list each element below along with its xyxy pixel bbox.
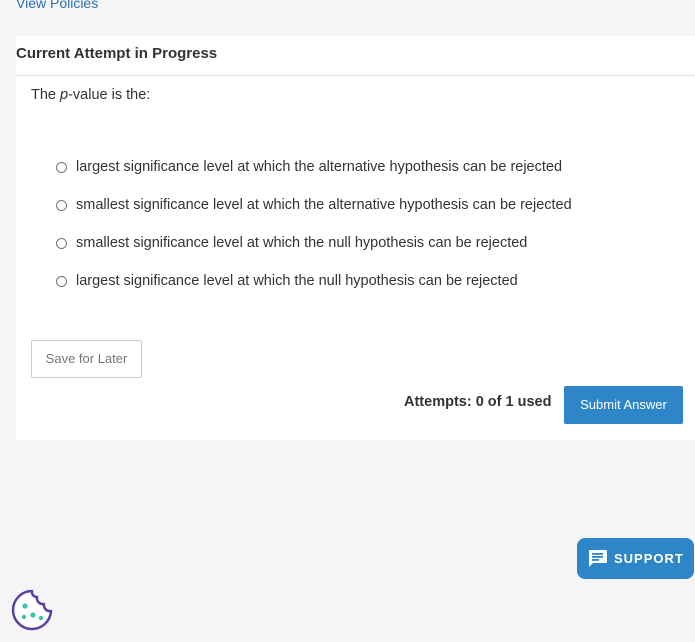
question-suffix: -value is the:: [68, 87, 151, 103]
view-policies-link[interactable]: View Policies: [16, 0, 98, 11]
question-card: Current Attempt in Progress The p-value …: [16, 36, 695, 440]
radio-button[interactable]: [56, 275, 67, 287]
answer-option-label[interactable]: largest significance level at which the …: [76, 273, 518, 289]
submit-answer-button[interactable]: Submit Answer: [564, 386, 683, 424]
answer-option-label[interactable]: largest significance level at which the …: [76, 159, 562, 175]
answer-option-label[interactable]: smallest significance level at which the…: [76, 197, 572, 213]
answer-options: largest significance level at which the …: [56, 150, 676, 302]
answer-option[interactable]: largest significance level at which the …: [56, 150, 676, 188]
cookie-settings-button[interactable]: [11, 589, 53, 631]
question-text: The p-value is the:: [31, 87, 150, 103]
support-button[interactable]: SUPPORT: [577, 538, 694, 579]
radio-button[interactable]: [56, 199, 67, 211]
radio-button[interactable]: [56, 161, 67, 173]
cookie-icon: [11, 589, 53, 631]
question-italic: p: [60, 87, 69, 103]
radio-button[interactable]: [56, 237, 67, 249]
support-label: SUPPORT: [614, 551, 684, 566]
save-for-later-button[interactable]: Save for Later: [31, 340, 142, 378]
attempt-heading: Current Attempt in Progress: [16, 36, 695, 76]
chat-icon: [587, 549, 608, 569]
answer-option[interactable]: smallest significance level at which the…: [56, 226, 676, 264]
question-prefix: The: [31, 87, 61, 103]
answer-option[interactable]: largest significance level at which the …: [56, 264, 676, 302]
answer-option-label[interactable]: smallest significance level at which the…: [76, 235, 527, 251]
attempts-counter: Attempts: 0 of 1 used: [404, 394, 552, 410]
answer-option[interactable]: smallest significance level at which the…: [56, 188, 676, 226]
page: View Policies Current Attempt in Progres…: [0, 0, 695, 642]
